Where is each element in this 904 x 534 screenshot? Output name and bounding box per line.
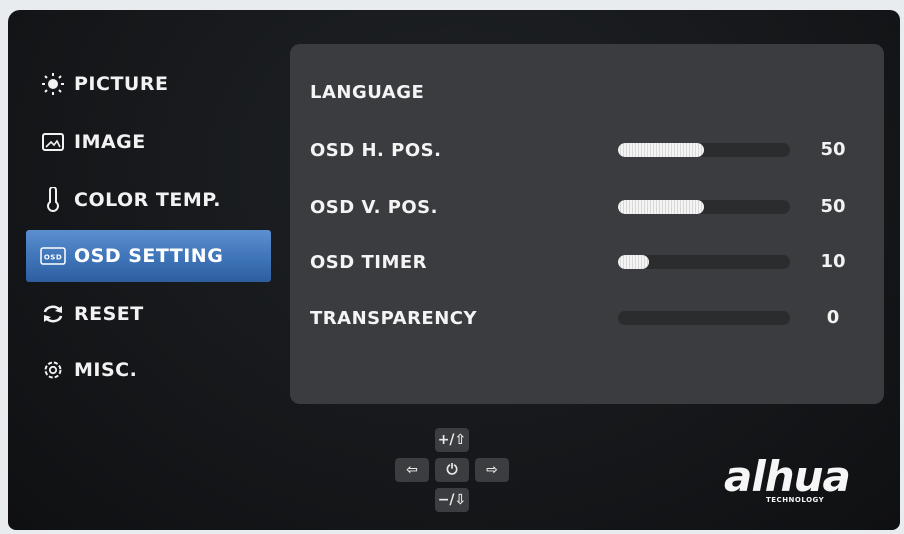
sidebar-item-reset[interactable]: RESET [26, 288, 271, 340]
setting-row-transparency[interactable]: TRANSPARENCY 0 [310, 298, 870, 338]
up-key[interactable]: +/⇧ [435, 428, 469, 452]
setting-value: 10 [820, 251, 846, 272]
setting-value: 50 [820, 139, 846, 160]
brand-name: alhua [724, 452, 851, 501]
transparency-slider[interactable] [618, 311, 790, 325]
sidebar-item-label: PICTURE [74, 73, 169, 95]
setting-value: 0 [826, 307, 840, 328]
setting-row-language[interactable]: LANGUAGE [310, 72, 870, 112]
gear-icon [40, 357, 66, 383]
setting-label: OSD H. POS. [310, 139, 442, 161]
slider-fill [618, 200, 704, 214]
setting-label: OSD TIMER [310, 251, 428, 273]
osd-icon: OSD [40, 243, 66, 269]
slider-fill [618, 255, 649, 269]
sidebar-item-color-temp[interactable]: COLOR TEMP. [26, 174, 271, 226]
right-key[interactable]: ⇨ [475, 458, 509, 482]
setting-value: 50 [820, 196, 846, 217]
setting-label: LANGUAGE [310, 81, 425, 103]
sidebar-item-label: OSD SETTING [74, 245, 224, 267]
sidebar-item-label: RESET [74, 303, 144, 325]
setting-row-osd-timer[interactable]: OSD TIMER 10 [310, 242, 870, 282]
left-key[interactable]: ⇦ [395, 458, 429, 482]
osd-timer-slider[interactable] [618, 255, 790, 269]
osd-h-pos-slider[interactable] [618, 143, 790, 157]
sidebar-item-picture[interactable]: PICTURE [26, 58, 271, 110]
key-guide: +/⇧ ⇦ ⏻ ⇨ −/⇩ [392, 428, 532, 518]
image-icon [40, 129, 66, 155]
sidebar-item-misc[interactable]: MISC. [26, 344, 271, 396]
sun-icon [40, 71, 66, 97]
sidebar-item-osd-setting[interactable]: OSD OSD SETTING [26, 230, 271, 282]
setting-row-osd-h-pos[interactable]: OSD H. POS. 50 [310, 130, 870, 170]
osd-v-pos-slider[interactable] [618, 200, 790, 214]
reset-icon [40, 301, 66, 327]
thermometer-icon [40, 187, 66, 213]
setting-label: TRANSPARENCY [310, 307, 478, 329]
sidebar-item-image[interactable]: IMAGE [26, 116, 271, 168]
brand-logo: alhua TECHNOLOGY [724, 452, 851, 505]
svg-text:OSD: OSD [44, 254, 62, 262]
sidebar-item-label: IMAGE [74, 131, 146, 153]
slider-fill [618, 143, 704, 157]
sidebar-item-label: MISC. [74, 359, 138, 381]
osd-settings-panel: LANGUAGE OSD H. POS. 50 OSD V. POS. 50 O… [290, 44, 884, 404]
setting-row-osd-v-pos[interactable]: OSD V. POS. 50 [310, 187, 870, 227]
sidebar-item-label: COLOR TEMP. [74, 189, 221, 211]
power-key[interactable]: ⏻ [435, 458, 469, 482]
monitor-osd-screen: PICTURE IMAGE COLOR TEMP. OSD OSD SETTIN… [8, 10, 900, 530]
down-key[interactable]: −/⇩ [435, 488, 469, 512]
setting-label: OSD V. POS. [310, 196, 438, 218]
